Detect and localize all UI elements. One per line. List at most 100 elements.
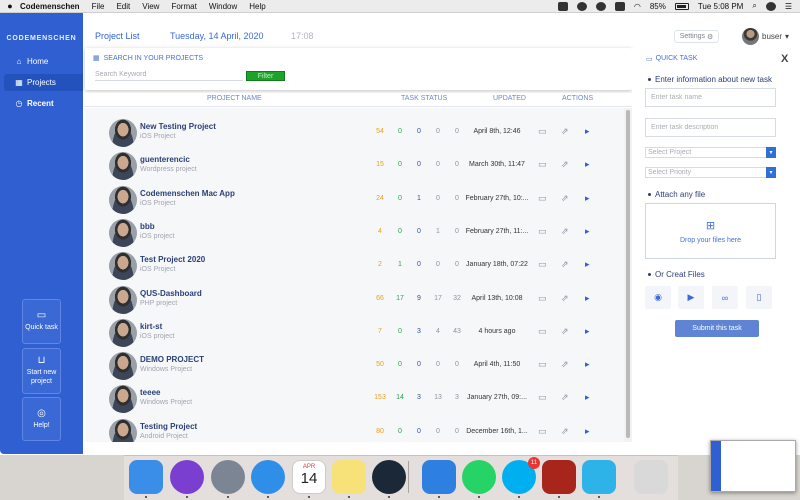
task-name-input[interactable] <box>645 88 776 107</box>
camera-tray-icon[interactable] <box>557 1 568 11</box>
menu-app-name[interactable]: Codemenschen <box>20 2 80 11</box>
steam-icon[interactable] <box>372 460 406 494</box>
project-name[interactable]: Testing Project <box>140 422 197 431</box>
external-link-icon[interactable]: ⇗ <box>561 126 569 137</box>
codemenschen-icon[interactable] <box>582 460 616 494</box>
chevron-right-icon[interactable]: ▸ <box>585 126 590 137</box>
table-row[interactable]: bbb iOS project 4 0 0 1 0 February 27th, 11:...… <box>85 215 625 248</box>
video-button[interactable]: ▶ <box>678 286 704 309</box>
safari-icon[interactable] <box>251 460 285 494</box>
voicemail-button[interactable]: ∞ <box>712 286 738 309</box>
project-name[interactable]: Test Project 2020 <box>140 255 205 264</box>
apple-menu-icon[interactable]: ● <box>0 1 20 11</box>
help-button[interactable]: ◎ Help! <box>22 397 61 441</box>
table-row[interactable]: QUS-Dashboard PHP project 66 17 9 17 32 April 1… <box>85 282 625 315</box>
start-new-project-button[interactable]: ⊔ Start new project <box>22 348 61 394</box>
table-row[interactable]: teeee Windows Project 153 14 3 13 3 January 27t… <box>85 381 625 414</box>
chat-icon[interactable]: ▭ <box>538 159 547 170</box>
project-name[interactable]: bbb <box>140 222 155 231</box>
external-link-icon[interactable]: ⇗ <box>561 259 569 270</box>
sidebar-item-projects[interactable]: ▦ Projects <box>4 74 83 91</box>
settings-button[interactable]: Settings ⚙ <box>674 30 719 43</box>
project-name[interactable]: New Testing Project <box>140 122 216 131</box>
chevron-right-icon[interactable]: ▸ <box>585 226 590 237</box>
trash-icon[interactable] <box>634 460 668 494</box>
table-row[interactable]: kirt-st iOS project 7 0 3 4 43 4 hours ago ▭ ⇗ ▸ <box>85 315 625 348</box>
xcode-icon[interactable] <box>422 460 456 494</box>
menu-file[interactable]: File <box>92 2 105 11</box>
menu-format[interactable]: Format <box>171 2 196 11</box>
project-name[interactable]: guenterencic <box>140 155 190 164</box>
chat-icon[interactable]: ▭ <box>538 359 547 370</box>
camera-button[interactable]: ◉ <box>645 286 671 309</box>
launchpad-icon[interactable] <box>211 460 245 494</box>
user-menu[interactable]: buser ▾ <box>742 28 789 45</box>
whatsapp-icon[interactable] <box>462 460 496 494</box>
chat-icon[interactable]: ▭ <box>538 259 547 270</box>
external-link-icon[interactable]: ⇗ <box>561 293 569 304</box>
chevron-right-icon[interactable]: ▸ <box>585 159 590 170</box>
sidebar-item-home[interactable]: ⌂ Home <box>4 53 83 70</box>
table-row[interactable]: Codemenschen Mac App iOS Project 24 0 1 0 0 Feb… <box>85 182 625 215</box>
sidebar-item-recent[interactable]: ◷ Recent <box>4 95 83 112</box>
select-priority-dropdown[interactable]: Select Priority ▾ <box>645 167 776 178</box>
search-spotlight-icon[interactable]: ⌕ <box>752 1 756 11</box>
menu-window[interactable]: Window <box>209 2 237 11</box>
external-link-icon[interactable]: ⇗ <box>561 426 569 437</box>
submit-task-button[interactable]: Submit this task <box>675 320 759 337</box>
scrollbar-thumb[interactable] <box>626 110 630 438</box>
menu-help[interactable]: Help <box>249 2 265 11</box>
chat-icon[interactable]: ▭ <box>538 326 547 337</box>
chat-icon[interactable]: ▭ <box>538 193 547 204</box>
notification-center-icon[interactable]: ☰ <box>785 2 792 11</box>
select-project-dropdown[interactable]: Select Project ▾ <box>645 147 776 158</box>
table-scrollbar[interactable] <box>624 108 632 442</box>
chevron-right-icon[interactable]: ▸ <box>585 193 590 204</box>
finder-icon[interactable] <box>129 460 163 494</box>
dota-icon[interactable] <box>542 460 576 494</box>
menu-clock[interactable]: Tue 5:08 PM <box>698 2 744 11</box>
chat-icon[interactable]: ▭ <box>538 392 547 403</box>
siri-icon[interactable] <box>170 460 204 494</box>
project-name[interactable]: Codemenschen Mac App <box>140 189 235 198</box>
user-tray-icon[interactable] <box>765 1 776 11</box>
project-name[interactable]: teeee <box>140 388 160 397</box>
chevron-right-icon[interactable]: ▸ <box>585 326 590 337</box>
table-row[interactable]: DEMO PROJECT Windows Project 50 0 0 0 0 April 4… <box>85 348 625 381</box>
menu-view[interactable]: View <box>142 2 159 11</box>
chevron-right-icon[interactable]: ▸ <box>585 259 590 270</box>
table-row[interactable]: Test Project 2020 iOS Project 2 1 0 0 0 January… <box>85 248 625 281</box>
chat-icon[interactable]: ▭ <box>538 293 547 304</box>
external-link-icon[interactable]: ⇗ <box>561 159 569 170</box>
wifi-icon[interactable]: ◠ <box>634 2 641 11</box>
skype-icon[interactable]: 11 <box>502 457 540 494</box>
col-task-status[interactable]: TASK STATUS <box>401 95 447 102</box>
external-link-icon[interactable]: ⇗ <box>561 193 569 204</box>
external-link-icon[interactable]: ⇗ <box>561 226 569 237</box>
close-icon[interactable]: X <box>781 53 788 65</box>
project-name[interactable]: DEMO PROJECT <box>140 355 204 364</box>
tray-app-icon[interactable] <box>614 1 625 11</box>
table-row[interactable]: Testing Project Android Project 80 0 0 0 0 Dece… <box>85 415 625 442</box>
chat-icon[interactable]: ▭ <box>538 226 547 237</box>
calendar-icon[interactable]: APR 14 <box>292 460 326 494</box>
task-description-input[interactable] <box>645 118 776 137</box>
notes-icon[interactable] <box>332 460 366 494</box>
sync-tray-icon[interactable] <box>595 1 606 11</box>
chevron-right-icon[interactable]: ▸ <box>585 392 590 403</box>
chevron-right-icon[interactable]: ▸ <box>585 359 590 370</box>
chat-icon[interactable]: ▭ <box>538 426 547 437</box>
table-row[interactable]: guenterencic Wordpress project 15 0 0 0 0 March… <box>85 148 625 181</box>
filter-button[interactable]: Filter <box>246 71 285 81</box>
document-button[interactable]: ▯ <box>746 286 772 309</box>
col-updated[interactable]: UPDATED <box>493 95 526 102</box>
external-link-icon[interactable]: ⇗ <box>561 326 569 337</box>
chat-icon[interactable]: ▭ <box>538 126 547 137</box>
external-link-icon[interactable]: ⇗ <box>561 359 569 370</box>
menu-edit[interactable]: Edit <box>116 2 130 11</box>
external-link-icon[interactable]: ⇗ <box>561 392 569 403</box>
color-wheel-tray-icon[interactable] <box>576 1 587 11</box>
table-row[interactable]: New Testing Project iOS Project 54 0 0 0 0 Apri… <box>85 115 625 148</box>
chevron-right-icon[interactable]: ▸ <box>585 426 590 437</box>
quick-task-button[interactable]: ▭ Quick task <box>22 299 61 344</box>
